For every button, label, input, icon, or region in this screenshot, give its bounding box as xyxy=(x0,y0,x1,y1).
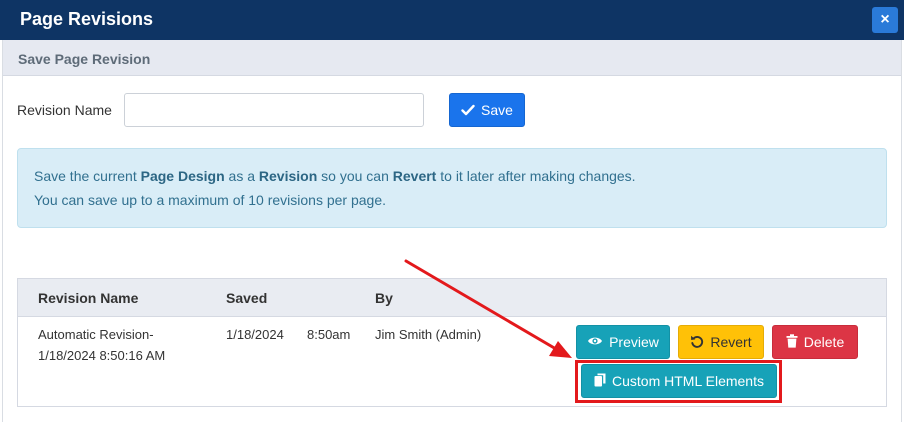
annotation-arrow xyxy=(404,259,572,358)
